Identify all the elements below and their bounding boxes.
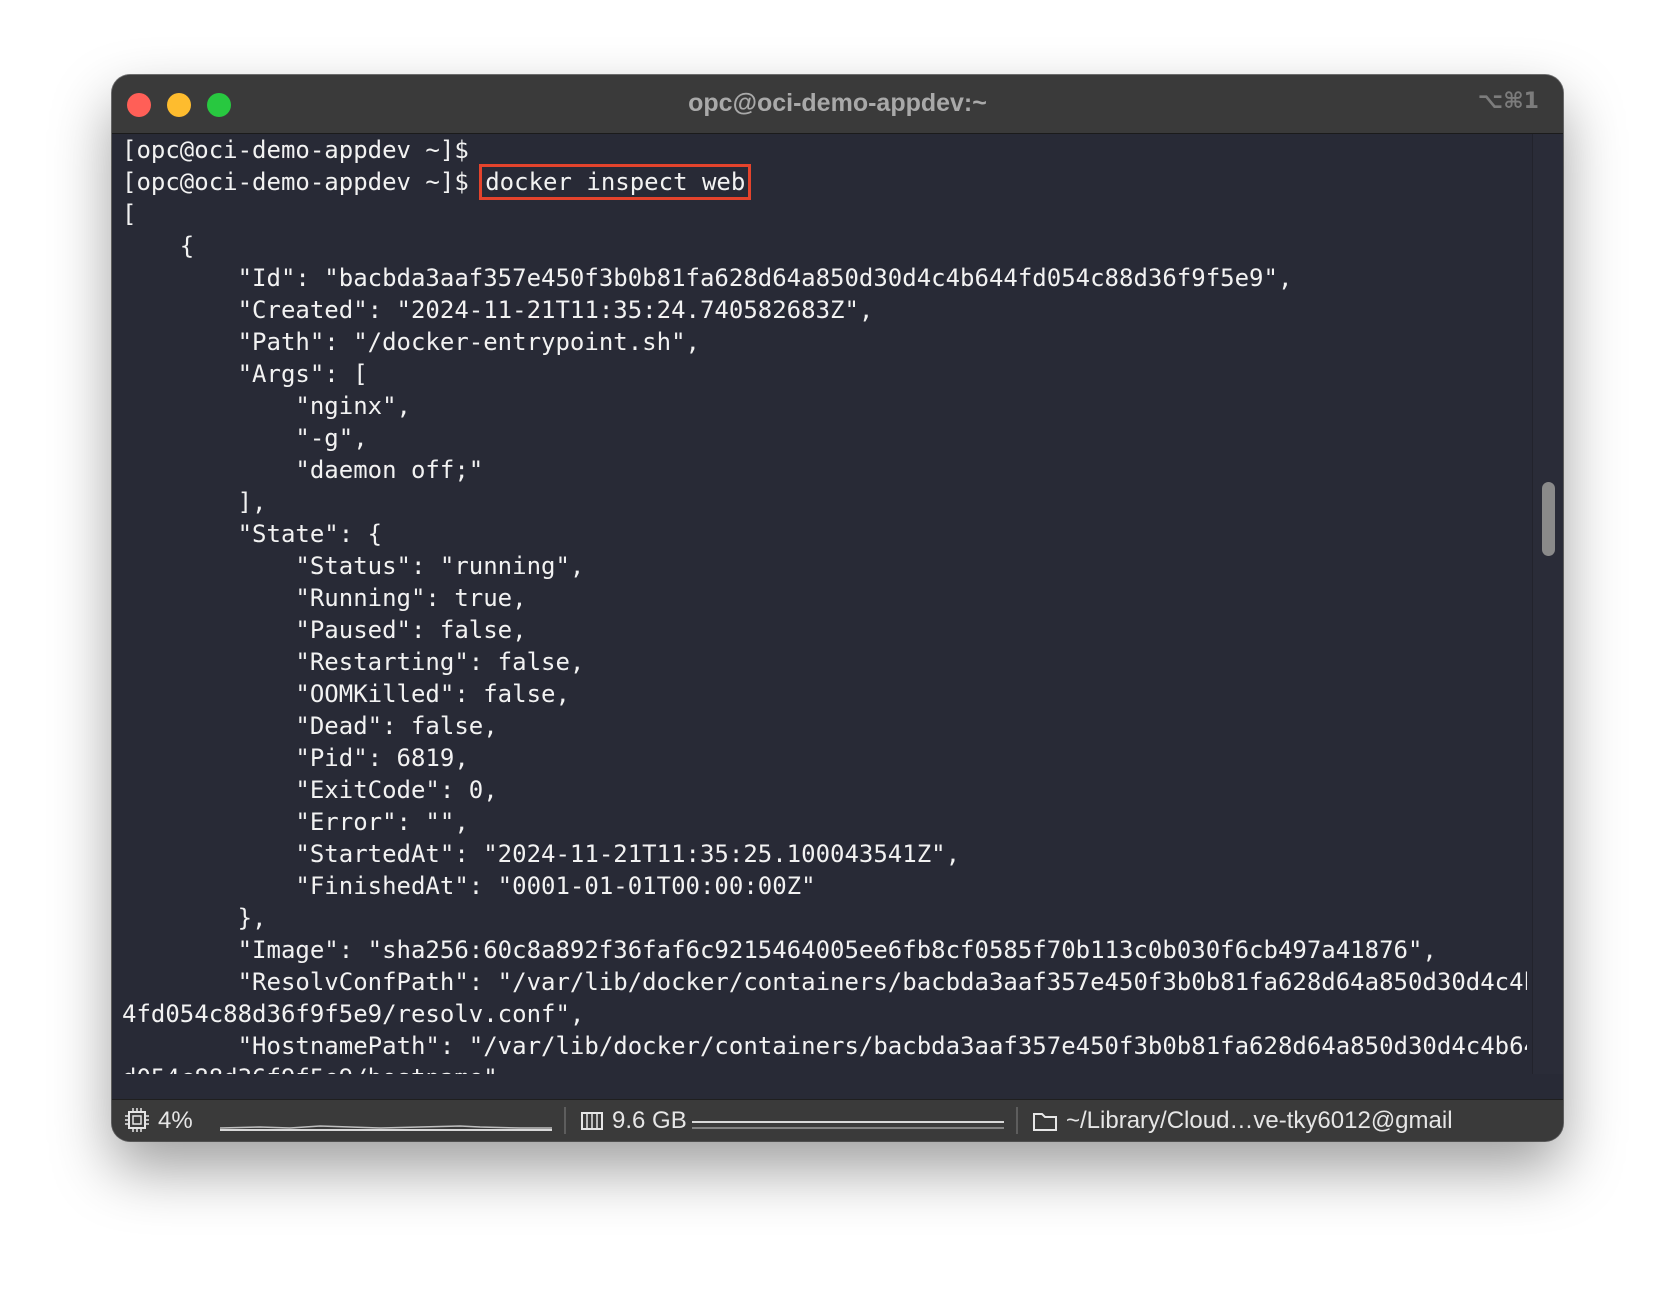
terminal-line: "nginx", — [122, 392, 411, 420]
terminal-command-line: [opc@oci-demo-appdev ~]$ docker inspect … — [122, 164, 1527, 200]
terminal-line: "Running": true, — [122, 584, 527, 612]
terminal-line: "Args": [ — [122, 360, 368, 388]
terminal-line: "HostnamePath": "/var/lib/docker/contain… — [122, 1032, 1527, 1060]
terminal-line: "State": { — [122, 520, 383, 548]
memory-icon — [581, 1112, 603, 1130]
terminal-line: [ — [122, 200, 137, 228]
window-shortcut-label: ⌥⌘1 — [1477, 89, 1539, 114]
terminal-line: { — [122, 232, 195, 260]
terminal-line: "Error": "", — [122, 808, 469, 836]
highlighted-command: docker inspect web — [479, 164, 752, 200]
status-divider — [1016, 1107, 1018, 1134]
folder-icon — [1033, 1113, 1057, 1131]
scrollbar-thumb[interactable] — [1542, 482, 1555, 556]
terminal-line: "FinishedAt": "0001-01-01T00:00:00Z" — [122, 872, 816, 900]
memory-status[interactable]: 9.6 GB — [580, 1106, 687, 1136]
terminal-line: d054c88d36f9f5e9/hostname", — [122, 1062, 1527, 1074]
status-bar: 4% 9.6 GB ~/Library/Cloud…ve-tky6012@gma… — [112, 1099, 1563, 1141]
cpu-usage-graph — [220, 1125, 552, 1131]
title-bar[interactable]: opc@oci-demo-appdev:~ ⌥⌘1 — [112, 75, 1563, 134]
terminal-output[interactable]: [opc@oci-demo-appdev ~]$ [opc@oci-demo-a… — [122, 134, 1527, 1074]
terminal-line: "ExitCode": 0, — [122, 776, 498, 804]
terminal-line: "Status": "running", — [122, 552, 585, 580]
memory-usage-graph — [692, 1121, 1004, 1129]
terminal-line: ], — [122, 488, 267, 516]
terminal-line: "Pid": 6819, — [122, 744, 469, 772]
cpu-status[interactable]: 4% — [124, 1106, 193, 1136]
window-title: opc@oci-demo-appdev:~ — [688, 89, 987, 117]
terminal-line: "Dead": false, — [122, 712, 498, 740]
status-divider — [564, 1107, 566, 1134]
memory-usage-value: 9.6 GB — [612, 1107, 687, 1134]
terminal-line: "OOMKilled": false, — [122, 680, 570, 708]
cpu-chip-icon — [125, 1108, 149, 1132]
path-status[interactable]: ~/Library/Cloud…ve-tky6012@gmail — [1032, 1106, 1453, 1136]
terminal-line: "Id": "bacbda3aaf357e450f3b0b81fa628d64a… — [122, 264, 1293, 292]
terminal-line: }, — [122, 904, 267, 932]
terminal-line: [opc@oci-demo-appdev ~]$ — [122, 136, 469, 164]
terminal-line: "daemon off;" — [122, 456, 484, 484]
current-path: ~/Library/Cloud…ve-tky6012@gmail — [1066, 1107, 1453, 1134]
terminal-line: 4fd054c88d36f9f5e9/resolv.conf", — [122, 1000, 585, 1028]
terminal-line: "Image": "sha256:60c8a892f36faf6c9215464… — [122, 936, 1437, 964]
terminal-line: "StartedAt": "2024-11-21T11:35:25.100043… — [122, 840, 961, 868]
scrollbar[interactable] — [1532, 134, 1563, 1074]
cpu-usage-value: 4% — [158, 1107, 193, 1134]
terminal-line: "Paused": false, — [122, 616, 527, 644]
terminal-line: "Created": "2024-11-21T11:35:24.74058268… — [122, 296, 874, 324]
terminal-line: "Path": "/docker-entrypoint.sh", — [122, 328, 700, 356]
terminal-line: "ResolvConfPath": "/var/lib/docker/conta… — [122, 968, 1527, 996]
prompt: [opc@oci-demo-appdev ~]$ — [122, 168, 484, 196]
terminal-line: "Restarting": false, — [122, 648, 585, 676]
terminal-line: "-g", — [122, 424, 368, 452]
terminal-window: opc@oci-demo-appdev:~ ⌥⌘1 [opc@oci-demo-… — [112, 75, 1563, 1141]
